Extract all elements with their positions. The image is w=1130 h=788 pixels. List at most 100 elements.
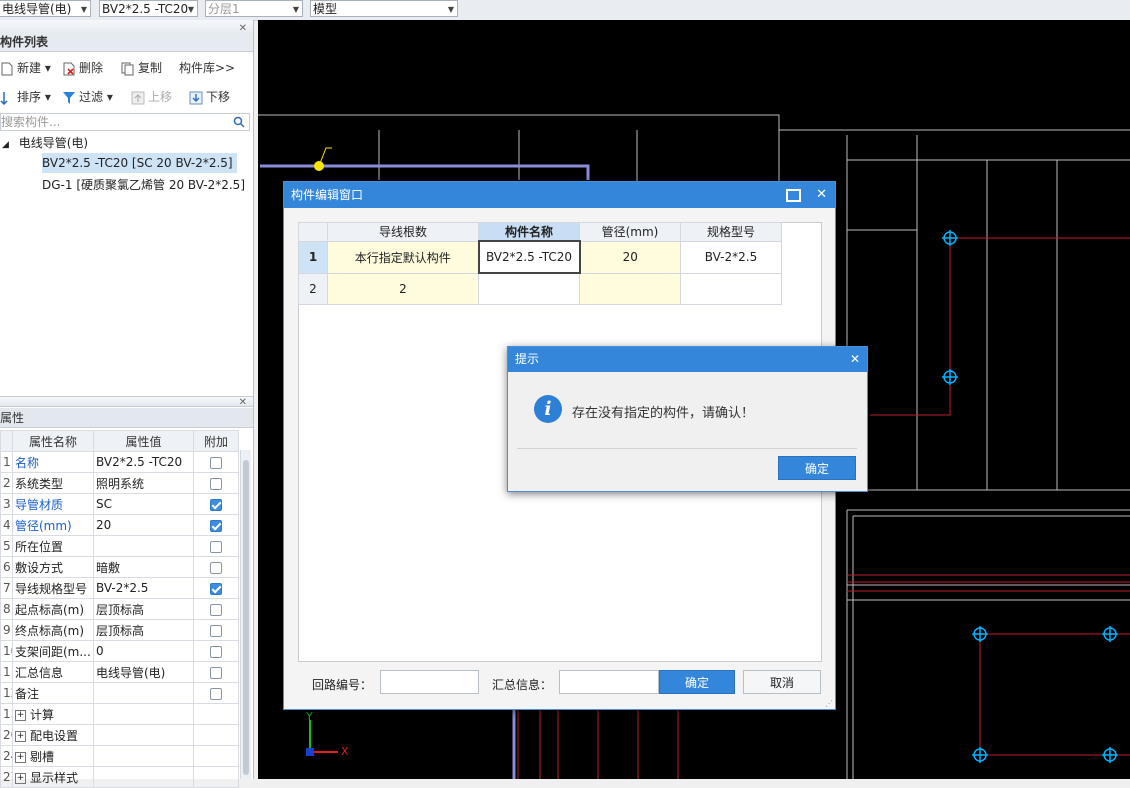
search-input[interactable]: 搜索构件...: [0, 113, 250, 131]
grid-row[interactable]: 2 2: [298, 272, 782, 305]
property-row[interactable]: 27+ 显示样式: [0, 766, 239, 788]
property-row[interactable]: 5 所在位置: [0, 535, 239, 557]
scrollbar[interactable]: [240, 450, 251, 779]
property-row[interactable]: 10支架间距(m...0: [0, 640, 239, 662]
cell-spec[interactable]: [680, 272, 782, 305]
tree-item[interactable]: DG-1 [硬质聚氯乙烯管 20 BV-2*2.5]: [42, 175, 245, 195]
checkbox[interactable]: [210, 687, 222, 700]
property-row[interactable]: 11汇总信息电线导管(电): [0, 661, 239, 683]
tree-item-selected[interactable]: BV2*2.5 -TC20 [SC 20 BV-2*2.5]: [42, 153, 237, 173]
row-num: 1: [298, 240, 328, 274]
view-dropdown[interactable]: 模型 ▼: [310, 0, 458, 17]
caret-down-icon[interactable]: ◢: [2, 140, 9, 150]
checkbox[interactable]: [210, 519, 222, 532]
summary-label: 汇总信息：: [492, 678, 553, 692]
resize-grip-icon[interactable]: ⋰: [825, 699, 833, 708]
search-icon[interactable]: [233, 116, 245, 128]
property-row[interactable]: 6 敷设方式 暗敷: [0, 556, 239, 578]
tree-root[interactable]: ◢ 电线导管(电): [2, 133, 88, 155]
property-row[interactable]: 1 名称 BV2*2.5 -TC20: [0, 451, 239, 473]
expand-icon[interactable]: +: [15, 709, 26, 721]
library-label: 构件库>>: [179, 61, 236, 75]
layer-dropdown[interactable]: 分层1 ▼: [205, 0, 303, 17]
checkbox[interactable]: [210, 582, 222, 595]
property-value[interactable]: 电线导管(电): [93, 661, 194, 683]
checkbox[interactable]: [210, 603, 222, 616]
property-value[interactable]: 层顶标高: [93, 619, 194, 641]
scrollbar-thumb[interactable]: [243, 460, 249, 775]
expand-icon[interactable]: +: [15, 751, 26, 763]
property-value[interactable]: 0: [93, 640, 194, 662]
property-value[interactable]: SC: [93, 493, 194, 515]
new-button[interactable]: 新建 ▾: [0, 57, 51, 79]
property-value[interactable]: 照明系统: [93, 472, 194, 494]
property-row[interactable]: 3 导管材质 SC: [0, 493, 239, 515]
cancel-button[interactable]: 取消: [743, 670, 821, 694]
property-value[interactable]: 20: [93, 514, 194, 536]
delete-button[interactable]: 删除: [62, 57, 103, 79]
property-row[interactable]: 9 终点标高(m) 层顶标高: [0, 619, 239, 641]
property-name: + 计算: [12, 703, 94, 725]
cell-name[interactable]: [478, 272, 580, 305]
chevron-down-icon: ▼: [187, 5, 194, 14]
property-value[interactable]: 暗敷: [93, 556, 194, 578]
property-value[interactable]: [93, 703, 194, 725]
checkbox[interactable]: [210, 645, 222, 658]
expand-icon[interactable]: +: [15, 730, 26, 742]
category-dropdown[interactable]: 电线导管(电) ▼: [0, 0, 91, 17]
property-value[interactable]: [93, 682, 194, 704]
property-num: 8: [0, 598, 13, 620]
move-up-button[interactable]: 上移: [131, 86, 172, 108]
tree-item-label: BV2*2.5 -TC20 [SC 20 BV-2*2.5]: [42, 156, 233, 170]
expand-icon[interactable]: +: [15, 772, 26, 784]
library-button[interactable]: 构件库>>: [179, 57, 235, 79]
cell-wires[interactable]: 2: [327, 272, 479, 305]
cell-spec[interactable]: BV-2*2.5: [680, 240, 782, 274]
sort-button[interactable]: 排序 ▾: [0, 86, 51, 108]
property-value[interactable]: [93, 535, 194, 557]
property-row[interactable]: 2 系统类型 照明系统: [0, 472, 239, 494]
property-value[interactable]: BV-2*2.5: [93, 577, 194, 599]
property-value[interactable]: 层顶标高: [93, 598, 194, 620]
checkbox[interactable]: [210, 498, 222, 511]
top-toolbar: 电线导管(电) ▼ BV2*2.5 -TC20 ▼ 分层1 ▼ 模型 ▼: [0, 0, 1130, 21]
property-value[interactable]: BV2*2.5 -TC20: [93, 451, 194, 473]
grid-row[interactable]: 1 本行指定默认构件 BV2*2.5 -TC20 20 BV-2*2.5: [298, 240, 782, 274]
property-row[interactable]: 12备注: [0, 682, 239, 704]
property-value[interactable]: [93, 766, 194, 788]
property-value[interactable]: [93, 724, 194, 746]
checkbox[interactable]: [210, 540, 222, 553]
summary-input[interactable]: [559, 670, 659, 694]
move-down-button[interactable]: 下移: [189, 86, 230, 108]
component-dropdown[interactable]: BV2*2.5 -TC20 ▼: [99, 0, 198, 17]
property-row[interactable]: 13+ 计算: [0, 703, 239, 725]
cell-name[interactable]: BV2*2.5 -TC20: [477, 240, 581, 274]
filter-button[interactable]: 过滤 ▾: [62, 86, 113, 108]
checkbox[interactable]: [210, 477, 222, 490]
cell-diameter[interactable]: 20: [579, 240, 681, 274]
checkbox[interactable]: [210, 624, 222, 637]
property-row[interactable]: 24+ 剔槽: [0, 745, 239, 767]
row-num: 2: [298, 272, 328, 305]
property-extra: [193, 703, 239, 725]
checkbox[interactable]: [210, 456, 222, 469]
property-row[interactable]: 20+ 配电设置: [0, 724, 239, 746]
cell-wires[interactable]: 本行指定默认构件: [327, 240, 479, 274]
property-num: 11: [0, 661, 13, 683]
cell-diameter[interactable]: [579, 272, 681, 305]
property-value[interactable]: [93, 745, 194, 767]
close-icon[interactable]: ✕: [850, 347, 860, 372]
property-row[interactable]: 7 导线规格型号 BV-2*2.5: [0, 577, 239, 599]
ok-button[interactable]: 确定: [659, 670, 735, 694]
copy-button[interactable]: 复制: [121, 57, 162, 79]
close-icon[interactable]: ✕: [816, 182, 827, 208]
maximize-icon[interactable]: [786, 189, 801, 202]
property-num: 20: [0, 724, 13, 746]
property-row[interactable]: 8 起点标高(m) 层顶标高: [0, 598, 239, 620]
circuit-number-input[interactable]: [380, 670, 479, 694]
prompt-ok-button[interactable]: 确定: [778, 456, 856, 480]
property-row[interactable]: 4 管径(mm) 20: [0, 514, 239, 536]
checkbox[interactable]: [210, 666, 222, 679]
property-name: + 配电设置: [12, 724, 94, 746]
checkbox[interactable]: [210, 561, 222, 574]
